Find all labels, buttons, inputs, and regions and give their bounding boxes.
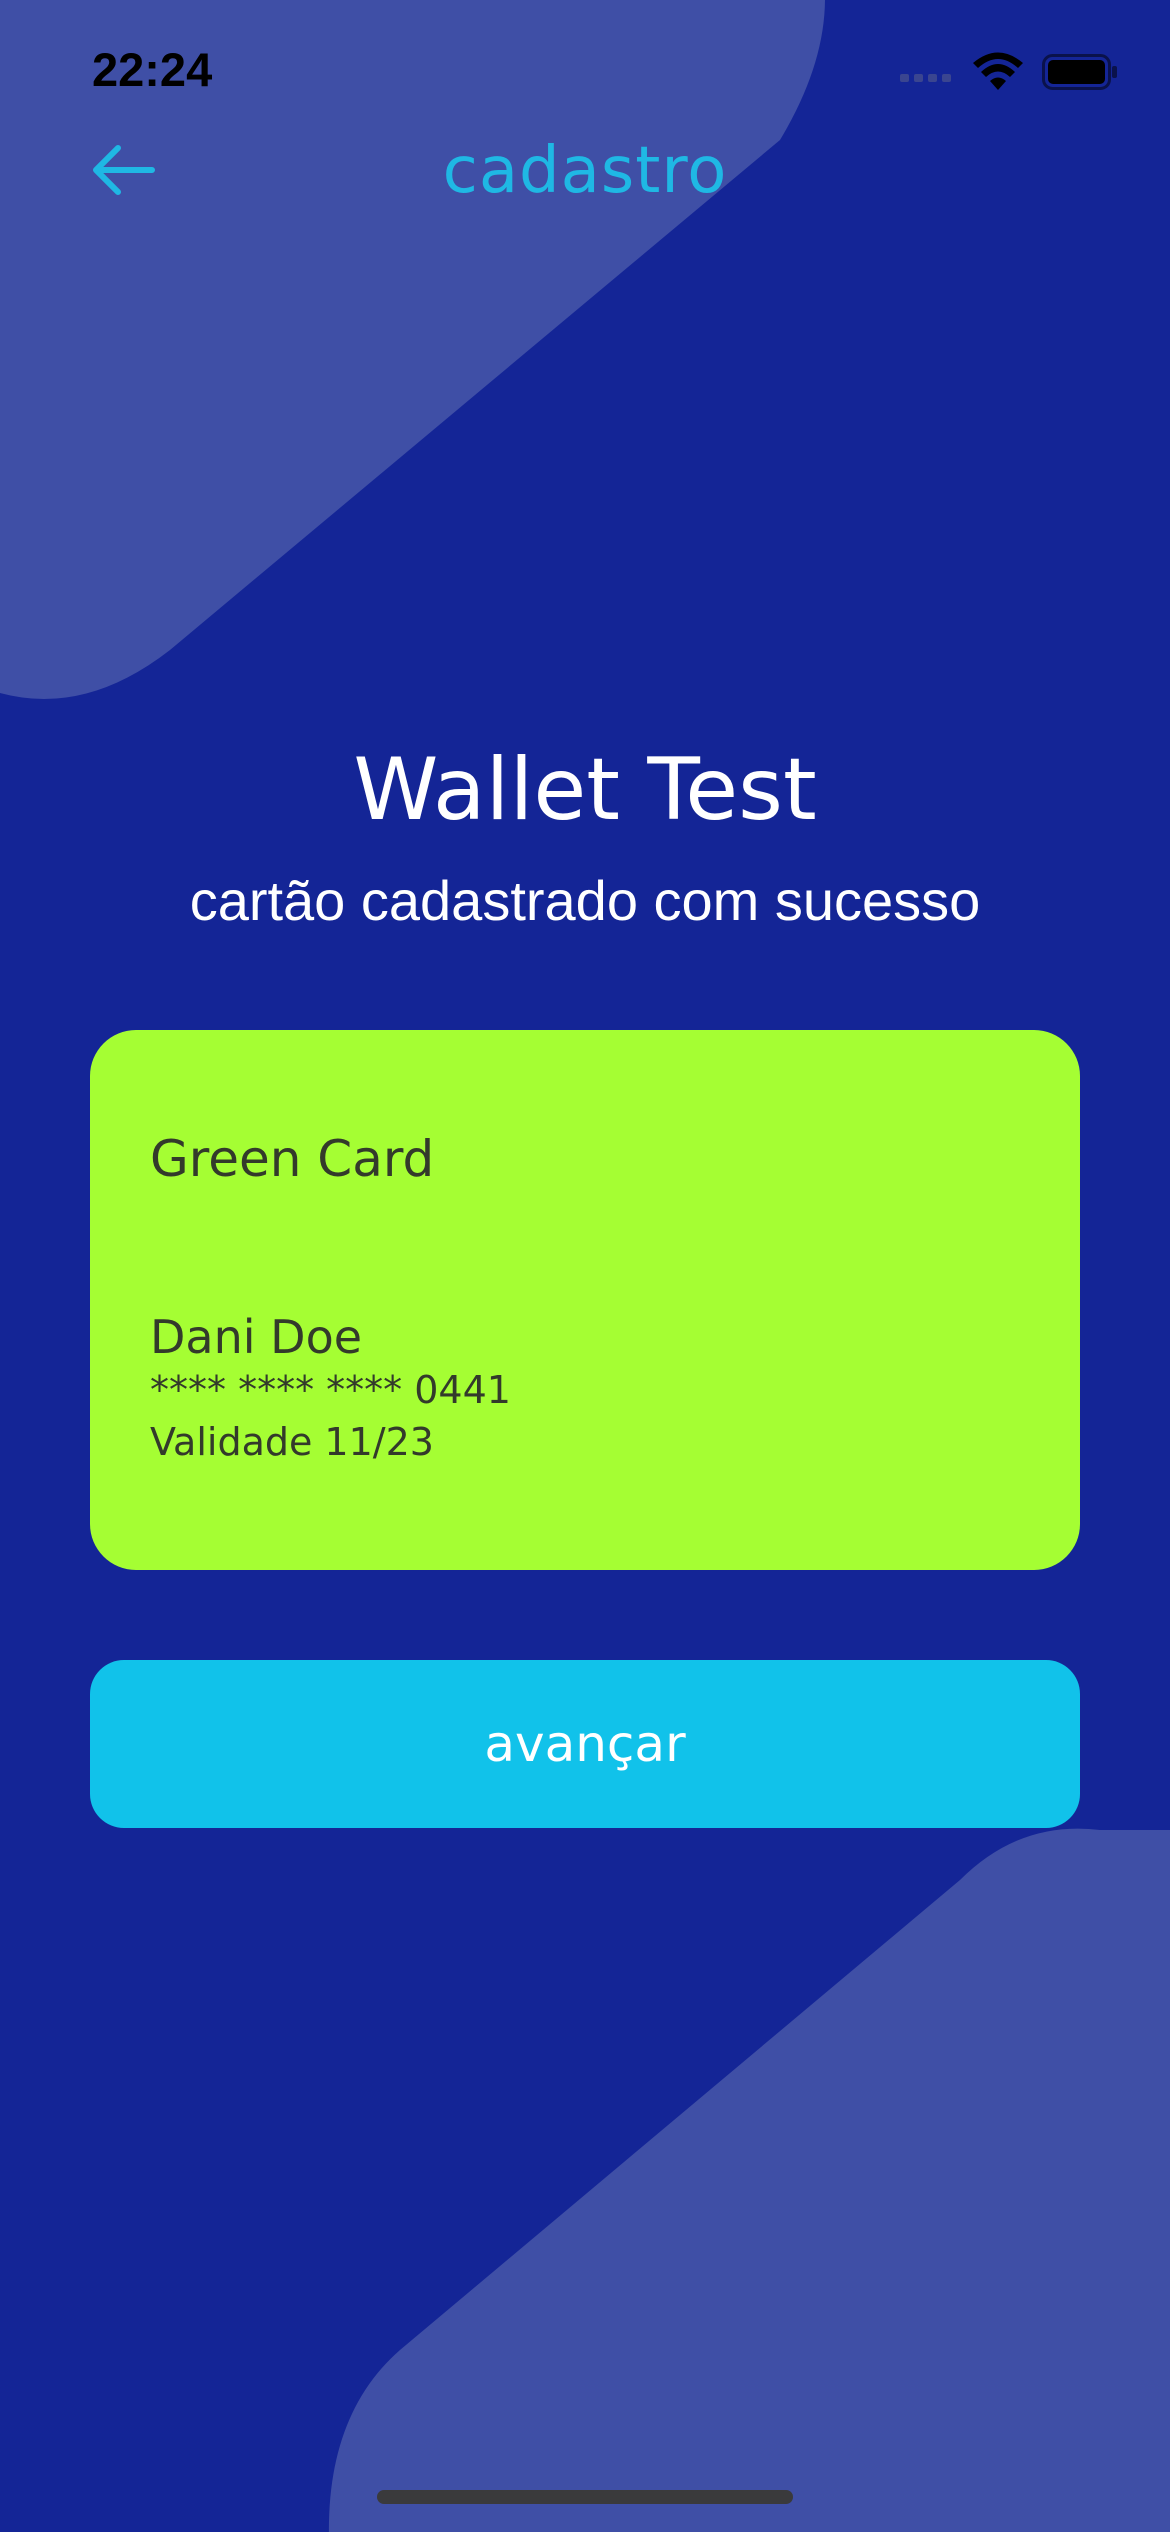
nav-title: cadastro [442, 134, 728, 208]
screen: 22:24 cadastro Wallet Test cartão cadast… [0, 0, 1170, 2532]
status-icons [900, 52, 1118, 92]
app-title: Wallet Test [353, 740, 817, 840]
nav-bar: cadastro [0, 120, 1170, 230]
card-name: Green Card [150, 1130, 435, 1188]
wifi-icon [973, 52, 1023, 90]
home-indicator[interactable] [377, 2490, 793, 2504]
card-number: **** **** **** 0441 [150, 1368, 511, 1412]
card-holder-name: Dani Doe [150, 1310, 363, 1364]
status-time: 22:24 [92, 43, 213, 96]
success-message: cartão cadastrado com sucesso [189, 869, 981, 932]
cellular-signal-icon [900, 74, 951, 82]
next-button[interactable]: avançar [90, 1660, 1080, 1828]
card-expiry: Validade 11/23 [150, 1420, 434, 1464]
battery-icon [1042, 54, 1117, 90]
credit-card: Green Card Dani Doe **** **** **** 0441 … [90, 1030, 1080, 1570]
